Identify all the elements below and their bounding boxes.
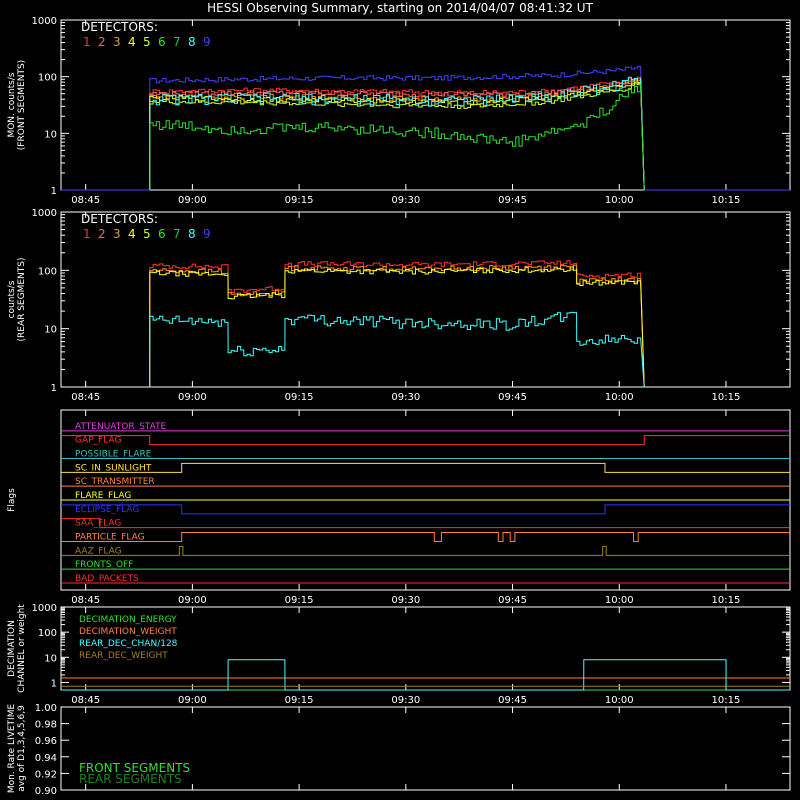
rear-legend-detector: 5 (143, 227, 151, 241)
decimation-xtick-label: 09:15 (285, 695, 314, 706)
livetime-ytick-label: 1.00 (35, 703, 57, 714)
decimation-series (61, 659, 790, 691)
rear-ytick-label: 1000 (32, 208, 57, 219)
rear-series-det3 (149, 264, 645, 388)
front-xtick-label: 09:15 (285, 195, 314, 206)
rear-ylabel: (REAR SEGMENTS) (17, 257, 27, 341)
front-xtick-label: 09:00 (178, 195, 207, 206)
decimation-xtick-label: 08:45 (71, 695, 100, 706)
decimation-xtick-label: 09:30 (391, 695, 420, 706)
rear-legend-detector: 4 (128, 227, 136, 241)
decimation-ytick-label: 1 (51, 678, 57, 689)
rear-legend-detector: 3 (113, 227, 121, 241)
rear-xtick-label: 09:45 (498, 392, 527, 403)
front-xtick-label: 08:45 (71, 195, 100, 206)
front-legend-detector: 3 (113, 35, 121, 49)
front-ytick-label: 1000 (32, 16, 57, 27)
rear-legend-detector: 2 (98, 227, 106, 241)
front-legend-detector: 8 (188, 35, 196, 49)
flag-label: ECLIPSE_FLAG (75, 505, 139, 515)
front-ylabel: (FRONT SEGMENTS) (17, 60, 27, 150)
flags-xtick-label: 09:45 (498, 595, 527, 606)
flag-line (61, 518, 790, 529)
rear-legend-detector: 8 (188, 227, 196, 241)
livetime-ytick-label: 0.96 (35, 736, 57, 747)
decimation-legend-label: REAR_DEC_WEIGHT (79, 651, 168, 661)
livetime-ylabel: avg of D1,3,4,5,6,9 (17, 705, 27, 792)
decimation-ytick-label: 100 (38, 628, 57, 639)
flags-xtick-label: 09:15 (285, 595, 314, 606)
livetime-ytick-label: 0.92 (35, 769, 57, 780)
flag-label: GAP_FLAG (75, 436, 121, 446)
flags-xtick-label: 08:45 (71, 595, 100, 606)
front-ytick-label: 1 (51, 186, 57, 197)
rear-xtick-label: 08:45 (71, 392, 100, 403)
flags-xtick-label: 10:15 (712, 595, 741, 606)
rear-ytick-label: 100 (38, 266, 57, 277)
rear-series-det1 (149, 260, 645, 388)
rear-ylabel: counts/s (7, 280, 17, 318)
front-ytick-label: 10 (44, 129, 57, 140)
flag-line (61, 545, 790, 556)
flag-line (61, 462, 790, 473)
front-legend-detector: 7 (173, 35, 181, 49)
flags-ylabel: Flags (7, 488, 17, 512)
rear-series-det4 (149, 266, 645, 388)
decimation-legend-label: REAR_DEC_CHAN/128 (79, 639, 178, 649)
front-legend-detector: 9 (203, 35, 211, 49)
rear-xtick-label: 09:00 (178, 392, 207, 403)
livetime-ytick-label: 0.90 (35, 786, 57, 797)
flag-line (61, 435, 790, 446)
front-series-det5 (149, 82, 645, 191)
front-legend-detector: 4 (128, 35, 136, 49)
front-ytick-label: 100 (38, 73, 57, 84)
rear-legend-detector: 9 (203, 227, 211, 241)
front-xtick-label: 09:30 (391, 195, 420, 206)
chart-title: HESSI Observing Summary, starting on 201… (207, 1, 593, 15)
rear-frame (60, 211, 791, 388)
rear-xtick-label: 09:30 (391, 392, 420, 403)
front-legend-detector: 1 (83, 35, 91, 49)
flags-xtick-label: 09:30 (391, 595, 420, 606)
front-xtick-label: 09:45 (498, 195, 527, 206)
front-legend-detector: 2 (98, 35, 106, 49)
hessi-summary-chart: HESSI Observing Summary, starting on 201… (7, 1, 791, 797)
front-legend-detector: 5 (143, 35, 151, 49)
livetime-legend-label: REAR SEGMENTS (79, 772, 182, 786)
flag-line (61, 532, 790, 543)
livetime-ytick-label: 0.94 (35, 753, 57, 764)
decimation-xtick-label: 09:00 (178, 695, 207, 706)
rear-ytick-label: 10 (44, 325, 57, 336)
rear-legend-detector: 1 (83, 227, 91, 241)
decimation-xtick-label: 10:15 (712, 695, 741, 706)
decimation-legend-label: DECIMATION_WEIGHT (79, 627, 177, 637)
rear-legend-title: DETECTORS: (81, 212, 158, 226)
rear-xtick-label: 10:00 (605, 392, 634, 403)
rear-ytick-label: 1 (51, 383, 57, 394)
livetime-ytick-label: 0.98 (35, 720, 57, 731)
decimation-xtick-label: 10:00 (605, 695, 634, 706)
front-xtick-label: 10:00 (605, 195, 634, 206)
flags-xtick-label: 10:00 (605, 595, 634, 606)
front-legend-title: DETECTORS: (81, 20, 158, 34)
front-xtick-label: 10:15 (712, 195, 741, 206)
decimation-ytick-label: 10 (44, 653, 57, 664)
front-ylabel: MON. counts/s (7, 72, 17, 137)
livetime-ylabel: Mon. Rate LIVETIME (7, 704, 17, 794)
rear-legend-detector: 6 (158, 227, 166, 241)
flag-line (61, 504, 790, 515)
rear-series-det8 (149, 311, 645, 388)
decimation-ylabel: CHANNEL or weight (17, 604, 27, 693)
decimation-ytick-label: 1000 (32, 603, 57, 614)
rear-legend-detector: 7 (173, 227, 181, 241)
decimation-legend-label: DECIMATION_ENERGY (79, 615, 177, 625)
rear-xtick-label: 10:15 (712, 392, 741, 403)
decimation-xtick-label: 09:45 (498, 695, 527, 706)
decimation-ylabel: DECIMATION (7, 620, 17, 677)
front-legend-detector: 6 (158, 35, 166, 49)
rear-xtick-label: 09:15 (285, 392, 314, 403)
flags-xtick-label: 09:00 (178, 595, 207, 606)
